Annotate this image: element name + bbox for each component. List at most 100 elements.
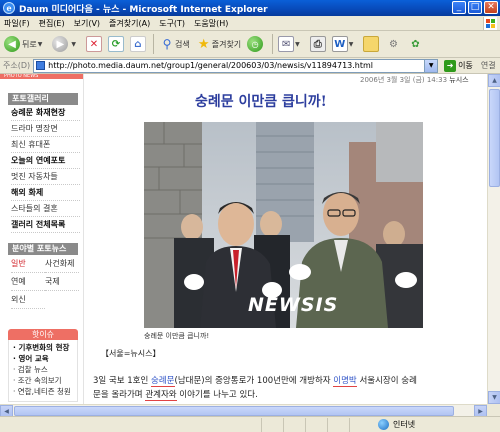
article-source-tag: 뉴시스 — [449, 76, 469, 84]
back-arrow-icon: ◀ — [4, 36, 20, 52]
hot-issue-link[interactable]: · 조간 속의보기 — [13, 375, 77, 386]
address-bar: 주소(D) http://photo.media.daum.net/group1… — [0, 58, 500, 74]
status-bar: 인터넷 — [0, 416, 500, 432]
refresh-button[interactable]: ⟳ — [107, 36, 124, 52]
scroll-up-icon[interactable]: ▲ — [488, 74, 500, 87]
hot-issue-link[interactable]: · 연합,네티즌 청원 — [13, 386, 77, 397]
hot-issue-link[interactable]: · 기후변화의 현장 — [13, 342, 77, 353]
article-body: 3일 국보 1호인 숭례문(남대문)의 중앙통로가 100년만에 개방하자 이명… — [93, 374, 485, 402]
window-title: Daum 미디어다음 - 뉴스 - Microsoft Internet Exp… — [19, 4, 268, 15]
article-dateline: 2006년 3월 3일 (금) 14:33 뉴시스 — [360, 75, 469, 85]
chevron-down-icon: ▼ — [295, 40, 300, 48]
history-button[interactable]: ◷ — [247, 36, 265, 52]
address-url: http://photo.media.daum.net/group1/gener… — [48, 61, 374, 70]
back-label: 뒤로 — [22, 39, 37, 49]
category-grid: 일반 사건화제 연예 국제 외신 — [11, 255, 80, 309]
messenger-button[interactable]: ✿ — [407, 36, 423, 52]
hot-issue-link[interactable]: · 영어 교육 — [13, 353, 77, 364]
horizontal-scrollbar[interactable]: ◀ ▶ — [0, 404, 487, 417]
search-label: 검색 — [174, 39, 190, 49]
article-date: 2006년 3월 3일 (금) 14:33 — [360, 76, 448, 84]
minimize-button[interactable]: _ — [452, 1, 466, 14]
menu-favorites[interactable]: 즐겨찾기(A) — [109, 18, 150, 29]
home-button[interactable]: ⌂ — [129, 36, 146, 52]
ie-icon: e — [3, 2, 15, 14]
security-zone: 인터넷 — [378, 419, 415, 430]
status-cell — [262, 417, 284, 432]
home-icon: ⌂ — [129, 36, 146, 52]
star-icon: ★ — [197, 36, 210, 52]
research-button[interactable]: ⚙ — [385, 36, 401, 52]
status-cell — [328, 417, 350, 432]
keyword-link[interactable]: 숭례문 — [151, 376, 175, 387]
sidebar-item-gallery[interactable]: 스타들의 결혼 — [11, 201, 80, 217]
forward-button[interactable]: ▶ ▼ — [52, 36, 80, 52]
scrollbar-corner — [487, 404, 500, 416]
mail-button[interactable]: ✉ ▼ — [278, 36, 304, 52]
go-button[interactable]: ➜ 이동 — [444, 59, 473, 72]
favorites-button[interactable]: ★ 즐겨찾기 — [196, 36, 241, 52]
forward-arrow-icon: ▶ — [52, 36, 69, 52]
go-arrow-icon: ➜ — [444, 59, 457, 72]
zone-label: 인터넷 — [393, 420, 416, 429]
sidebar-item-gallery[interactable]: 숭례문 화재현장 — [11, 105, 80, 121]
category-link[interactable]: 일반 — [11, 255, 45, 273]
address-field[interactable]: http://photo.media.daum.net/group1/gener… — [33, 58, 426, 73]
hot-issue-link[interactable]: · 검찰 뉴스 — [13, 364, 77, 375]
menu-help[interactable]: 도움말(H) — [194, 18, 228, 29]
status-cell — [284, 417, 306, 432]
hot-issue-list: · 기후변화의 현장 · 영어 교육 · 검찰 뉴스 · 조간 속의보기 · 연… — [8, 340, 78, 402]
close-button[interactable]: ✕ — [484, 1, 498, 14]
sidebar-item-gallery-all[interactable]: 갤러리 전체목록 — [11, 217, 80, 233]
newsis-watermark: NEWSIS — [248, 294, 339, 316]
favorites-label: 즐겨찾기 — [211, 39, 242, 49]
page-icon — [36, 61, 46, 70]
menu-edit[interactable]: 편집(E) — [39, 18, 65, 29]
category-link[interactable]: 국제 — [45, 273, 79, 291]
maximize-button[interactable]: □ — [468, 1, 482, 14]
toolbar-separator — [272, 34, 274, 54]
menu-file[interactable]: 파일(F) — [4, 18, 30, 29]
news-photo: NEWSIS — [144, 122, 423, 328]
keyword-link[interactable]: 이명박 — [333, 376, 357, 387]
keyword-link[interactable]: 관계자와 — [145, 390, 177, 401]
sidebar-item-gallery[interactable]: 멋진 자동차들 — [11, 169, 80, 185]
article-source: 【서울=뉴시스】 — [101, 349, 161, 358]
search-icon: ⚲ — [162, 37, 172, 51]
menu-bar: 파일(F) 편집(E) 보기(V) 즐겨찾기(A) 도구(T) 도움말(H) — [0, 16, 500, 31]
search-button[interactable]: ⚲ 검색 — [159, 36, 190, 52]
discuss-button[interactable] — [363, 36, 380, 52]
category-link[interactable]: 사건화제 — [45, 255, 79, 273]
scroll-thumb[interactable] — [489, 89, 500, 187]
scroll-down-icon[interactable]: ▼ — [488, 391, 500, 404]
back-button[interactable]: ◀ 뒤로 ▼ — [4, 36, 46, 52]
article-headline: 숭례문 이만큼 큽니까! — [195, 94, 327, 110]
folder-icon — [363, 36, 380, 52]
print-button[interactable]: ⎙ — [309, 36, 326, 52]
address-dropdown-button[interactable]: ▼ — [425, 58, 439, 73]
research-icon: ⚙ — [388, 38, 398, 50]
toolbar: ◀ 뒤로 ▼ ▶ ▼ ✕ ⟳ ⌂ ⚲ 검색 ★ 즐겨찾기 ◷ ✉ ▼ ⎙ W ▼… — [0, 31, 500, 58]
stop-button[interactable]: ✕ — [85, 36, 102, 52]
photo-caption: 숭례문 이만큼 큽니까! — [144, 332, 210, 340]
history-icon: ◷ — [247, 36, 264, 52]
edit-icon: W — [331, 36, 348, 52]
category-link[interactable]: 외신 — [11, 291, 45, 309]
menu-view[interactable]: 보기(V) — [74, 18, 100, 29]
title-bar: e Daum 미디어다음 - 뉴스 - Microsoft Internet E… — [0, 0, 500, 16]
print-icon: ⎙ — [309, 36, 326, 52]
vertical-scrollbar[interactable]: ▲ ▼ — [487, 74, 500, 404]
sidebar-item-gallery[interactable]: 최신 휴대폰 — [11, 137, 80, 153]
category-link[interactable]: 연예 — [11, 273, 45, 291]
go-label: 이동 — [458, 61, 473, 70]
sidebar-header: PHOTO NEWS — [0, 74, 83, 79]
sidebar-item-gallery[interactable]: 해외 화제 — [11, 185, 80, 201]
scroll-thumb[interactable] — [14, 406, 454, 416]
sidebar-item-gallery[interactable]: 드라마 명장면 — [11, 121, 80, 137]
sidebar-item-gallery[interactable]: 오늘의 연예포토 — [11, 153, 80, 169]
sidebar-section-title: 핫이슈 — [8, 329, 78, 340]
page-content: PHOTO NEWS 포토갤러리 숭례문 화재현장 드라마 명장면 최신 휴대폰… — [0, 74, 487, 416]
links-button[interactable]: 연결 — [481, 60, 496, 71]
menu-tools[interactable]: 도구(T) — [159, 18, 185, 29]
edit-button[interactable]: W ▼ — [331, 36, 358, 52]
